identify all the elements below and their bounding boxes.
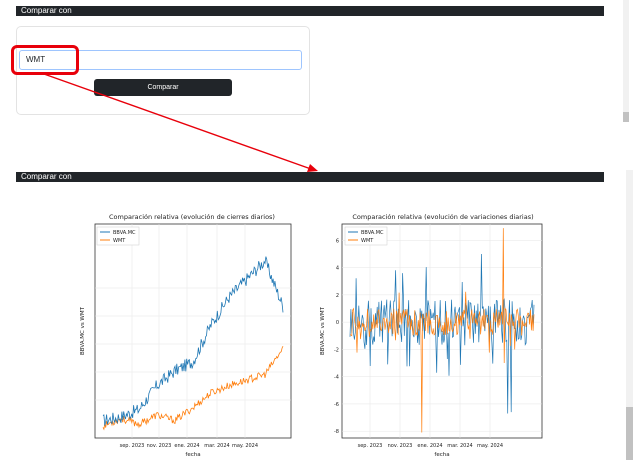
section-header-bottom-label: Comparar con: [21, 172, 72, 181]
chart-variations-xlabel: fecha: [434, 452, 449, 458]
scrollbar-bottom[interactable]: [626, 170, 633, 460]
chart-closes-xticks: sep. 2023 nov. 2023 ene. 2024 mar. 2024 may.…: [120, 443, 258, 449]
x-tick-label: nov. 2023: [147, 443, 172, 449]
chart-variations-xticks: sep. 2023 nov. 2023 ene. 2024 mar. 2024 may.…: [358, 443, 503, 449]
x-tick-label: nov. 2023: [388, 443, 413, 449]
x-tick-label: sep. 2023: [358, 443, 383, 449]
chart-closes-title: Comparación relativa (evolución de cierr…: [109, 213, 275, 221]
y-tick-label: -2: [334, 347, 339, 353]
legend-wmt-label-2: WMT: [361, 238, 374, 244]
x-tick-label: sep. 2023: [120, 443, 145, 449]
legend-bbva-label-2: BBVA.MC: [361, 230, 384, 236]
scrollbar-top[interactable]: [623, 0, 629, 122]
chart-variations-title: Comparación relativa (evolución de varia…: [352, 213, 533, 221]
chart-closes: Comparación relativa (evolución de cierr…: [80, 213, 292, 458]
y-tick-label: -4: [334, 375, 339, 381]
chart-closes-xlabel: fecha: [185, 452, 200, 458]
x-tick-label: may. 2024: [477, 443, 503, 449]
x-tick-label: ene. 2024: [417, 443, 442, 449]
scrollbar-top-thumb[interactable]: [623, 112, 629, 122]
chart-variations: Comparación relativa (evolución de varia…: [320, 213, 543, 458]
x-tick-label: may. 2024: [232, 443, 258, 449]
y-tick-label: -6: [334, 402, 339, 408]
x-tick-label: mar. 2024: [447, 443, 472, 449]
x-tick-label: mar. 2024: [204, 443, 229, 449]
scrollbar-bottom-thumb[interactable]: [626, 407, 633, 460]
chart-variations-legend: BBVA.MC WMT: [344, 226, 388, 246]
chart-closes-legend: BBVA.MC WMT: [96, 226, 140, 246]
x-tick-label: ene. 2024: [174, 443, 199, 449]
y-tick-label: 6: [336, 238, 339, 244]
y-tick-label: 0: [336, 320, 339, 326]
legend-bbva-label: BBVA.MC: [113, 230, 136, 236]
y-tick-label: -8: [334, 429, 339, 435]
legend-wmt-label: WMT: [113, 238, 126, 244]
chart-variations-ylabel: BBVA.MC vs WMT: [320, 306, 326, 355]
chart-closes-frame: [94, 223, 292, 439]
y-tick-label: 4: [336, 266, 339, 272]
chart-closes-ylabel: BBVA.MC vs WMT: [80, 306, 86, 355]
section-header-bottom: Comparar con: [16, 172, 604, 182]
y-tick-label: 2: [336, 293, 339, 299]
chart-variations-yticks: 6 4 2 0 -2 -4 -6 -8: [334, 238, 339, 435]
